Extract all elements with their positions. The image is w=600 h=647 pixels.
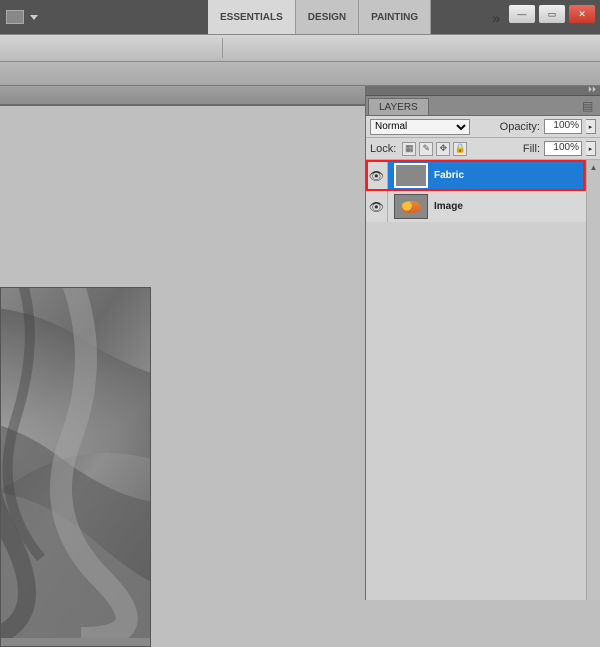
screen-mode-dropdown-icon[interactable]: [30, 15, 38, 20]
application-bar: ESSENTIALS DESIGN PAINTING » — ▭ ✕: [0, 0, 600, 34]
layers-panel-body: Normal Opacity: 100% ▸ Lock: ▦ ✎ ✥ 🔒 Fil…: [366, 116, 600, 160]
fill-stepper-icon[interactable]: ▸: [586, 141, 596, 156]
workspace-switcher: ESSENTIALS DESIGN PAINTING: [208, 0, 431, 34]
lock-move-icon[interactable]: ✥: [436, 142, 450, 156]
options-bar-2: [0, 62, 600, 86]
layer-thumbnail[interactable]: [394, 194, 428, 219]
layer-row-fabric[interactable]: 👁 Fabric: [366, 160, 600, 191]
layers-list: 👁 Fabric 👁 Image ▲: [366, 160, 600, 600]
blend-opacity-row: Normal Opacity: 100% ▸: [366, 116, 600, 138]
layer-name[interactable]: Fabric: [434, 170, 464, 181]
canvas[interactable]: [0, 287, 151, 647]
lock-fill-row: Lock: ▦ ✎ ✥ 🔒 Fill: 100% ▸: [366, 138, 600, 160]
window-controls: — ▭ ✕: [506, 4, 596, 24]
fill-label: Fill:: [523, 143, 540, 155]
layer-row-image[interactable]: 👁 Image: [366, 191, 600, 222]
lock-brush-icon[interactable]: ✎: [419, 142, 433, 156]
lock-label: Lock:: [370, 143, 396, 155]
fill-input[interactable]: 100%: [544, 141, 582, 156]
screen-mode-icon[interactable]: [6, 10, 24, 24]
visibility-toggle-icon[interactable]: 👁: [366, 160, 388, 191]
lock-pixels-icon[interactable]: ▦: [402, 142, 416, 156]
scroll-up-icon[interactable]: ▲: [587, 160, 600, 174]
lock-all-icon[interactable]: 🔒: [453, 142, 467, 156]
layers-scrollbar[interactable]: ▲: [586, 160, 600, 600]
workspace-more-icon[interactable]: »: [492, 10, 500, 26]
layer-name[interactable]: Image: [434, 201, 463, 212]
blend-mode-select[interactable]: Normal: [370, 119, 470, 135]
panel-menu-icon[interactable]: ▤: [582, 99, 596, 111]
options-bar: [0, 34, 600, 62]
close-button[interactable]: ✕: [568, 4, 596, 24]
workspace-design[interactable]: DESIGN: [296, 0, 359, 34]
opacity-input[interactable]: 100%: [544, 119, 582, 134]
opacity-stepper-icon[interactable]: ▸: [586, 119, 596, 134]
layers-panel-tabstrip: LAYERS ▤: [366, 96, 600, 116]
panel-collapse-bar[interactable]: [366, 86, 600, 96]
fabric-image: [0, 287, 151, 638]
minimize-button[interactable]: —: [508, 4, 536, 24]
panel-dock: LAYERS ▤ Normal Opacity: 100% ▸ Lock: ▦ …: [365, 86, 600, 600]
maximize-button[interactable]: ▭: [538, 4, 566, 24]
layer-thumbnail[interactable]: [394, 163, 428, 188]
document-tab-strip[interactable]: [0, 86, 365, 106]
options-divider: [222, 38, 223, 58]
workspace-painting[interactable]: PAINTING: [359, 0, 431, 34]
document-area: [0, 86, 365, 600]
workspace-essentials[interactable]: ESSENTIALS: [208, 0, 296, 34]
visibility-toggle-icon[interactable]: 👁: [366, 191, 388, 222]
opacity-label: Opacity:: [500, 121, 540, 133]
layers-panel-tab[interactable]: LAYERS: [368, 98, 429, 115]
